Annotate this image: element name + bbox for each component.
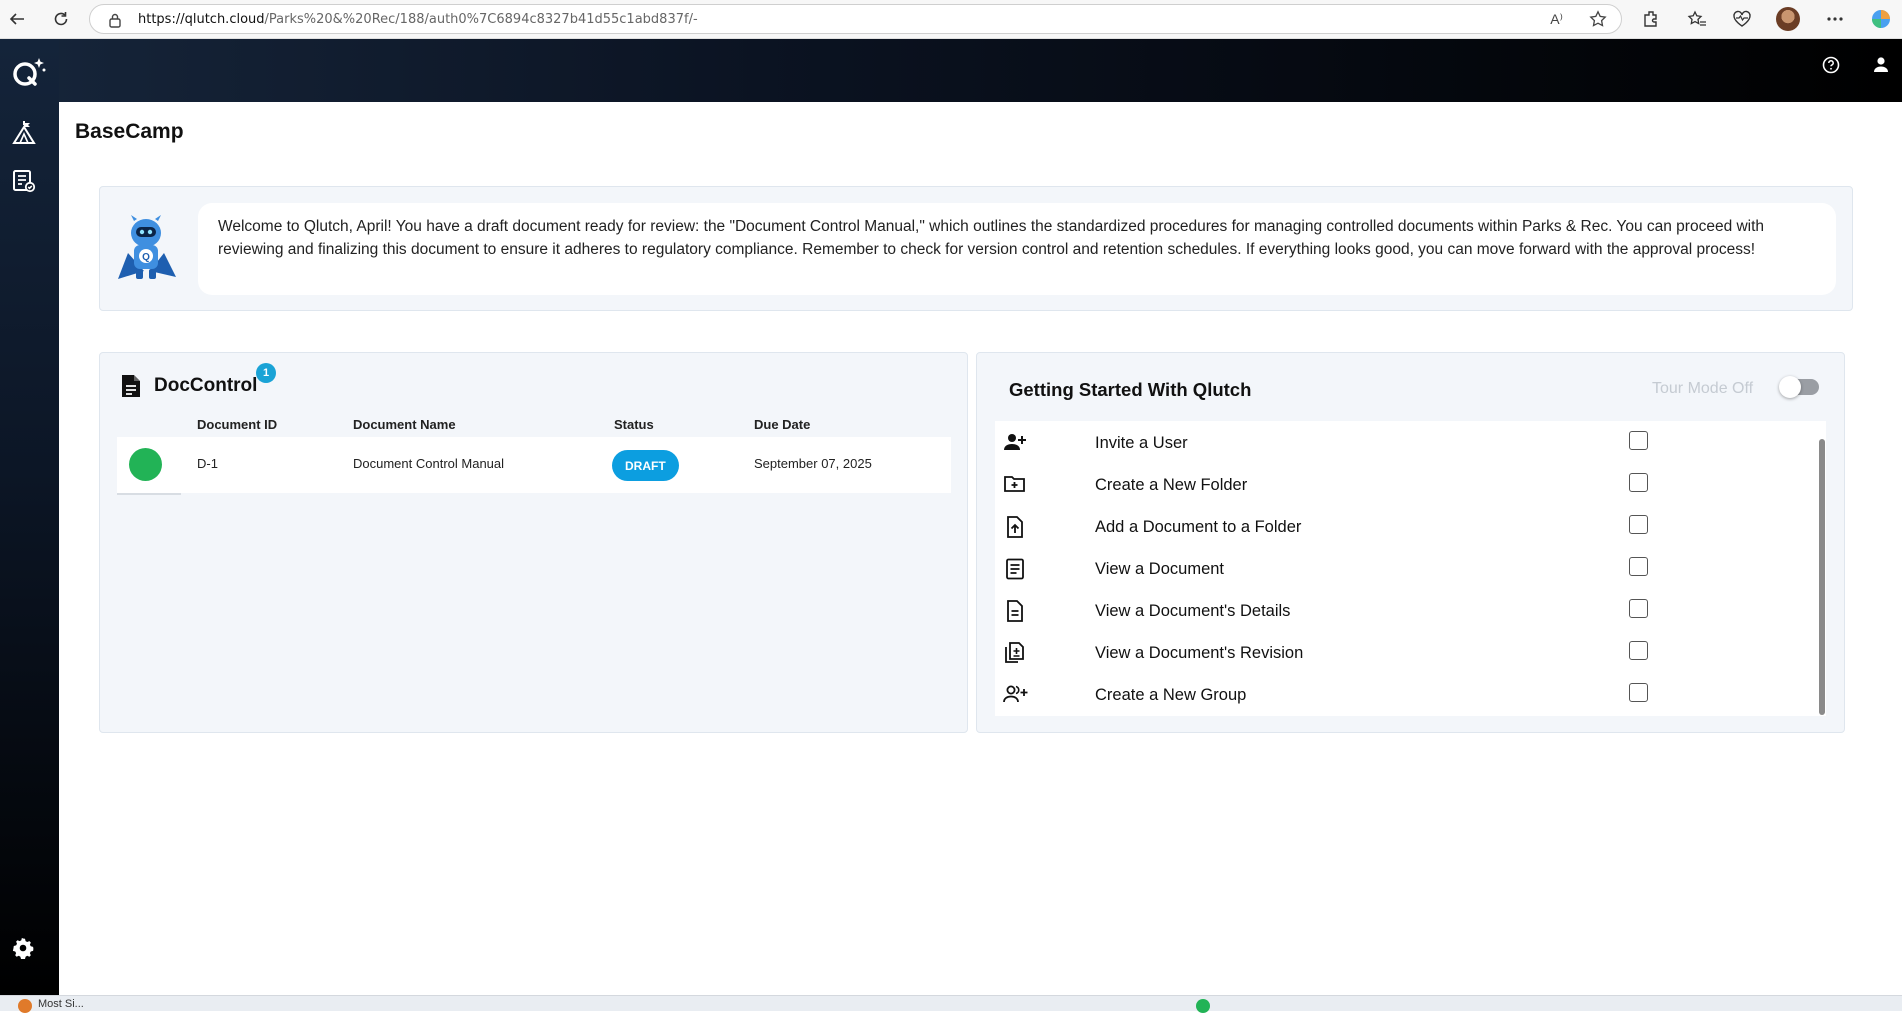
read-aloud-icon[interactable]: A⁾	[1550, 11, 1563, 28]
toggle-knob	[1779, 376, 1801, 398]
taskbar-label[interactable]: Most Si...	[38, 998, 84, 1010]
file-upload-icon	[1003, 516, 1027, 543]
list-item[interactable]: View a Document's Revision	[995, 633, 1820, 675]
item-label: View a Document's Revision	[1095, 644, 1304, 662]
tour-mode-label: Tour Mode Off	[1652, 380, 1754, 397]
document-details-icon	[1003, 600, 1027, 627]
document-icon	[120, 373, 142, 404]
item-checkbox[interactable]	[1629, 641, 1648, 660]
table-header: Document ID Document Name Status Due Dat…	[117, 413, 951, 437]
refresh-icon[interactable]	[50, 8, 72, 30]
mascot-robot-icon: Q	[114, 213, 178, 283]
list-item[interactable]: Create a New Folder	[995, 465, 1820, 507]
item-checkbox[interactable]	[1629, 599, 1648, 618]
item-label: Create a New Group	[1095, 686, 1247, 704]
doccontrol-title[interactable]: DocControl	[154, 375, 257, 397]
copilot-icon[interactable]	[1870, 8, 1892, 30]
favorites-icon[interactable]	[1686, 8, 1708, 30]
item-label: Add a Document to a Folder	[1095, 518, 1302, 536]
document-id-cell: D-1	[197, 456, 218, 471]
group-add-icon	[1003, 684, 1029, 709]
app-header	[0, 39, 1902, 102]
page-title: BaseCamp	[75, 120, 184, 143]
due-date-cell: September 07, 2025	[754, 456, 872, 471]
doc-control-icon[interactable]	[12, 169, 36, 198]
column-header-status[interactable]: Status	[614, 417, 654, 432]
item-checkbox[interactable]	[1629, 557, 1648, 576]
document-name-cell[interactable]: Document Control Manual	[353, 456, 504, 471]
list-scrollbar[interactable]	[1819, 439, 1825, 715]
person-add-icon	[1003, 432, 1027, 457]
lock-icon	[108, 12, 122, 33]
list-item[interactable]: Add a Document to a Folder	[995, 507, 1820, 549]
item-checkbox[interactable]	[1629, 683, 1648, 702]
column-header-document-id[interactable]: Document ID	[197, 417, 277, 432]
health-heart-icon[interactable]	[1731, 8, 1753, 30]
user-account-icon[interactable]	[1873, 56, 1889, 79]
basecamp-tent-icon[interactable]	[12, 120, 36, 151]
column-header-due-date[interactable]: Due Date	[754, 417, 810, 432]
list-item[interactable]: Invite a User	[995, 423, 1820, 465]
notification-badge: 1	[256, 363, 276, 383]
getting-started-title: Getting Started With Qlutch	[1009, 379, 1252, 400]
document-table: Document ID Document Name Status Due Dat…	[117, 413, 951, 495]
list-item[interactable]: Create a New Group	[995, 675, 1820, 717]
document-lines-icon	[1003, 558, 1027, 585]
folder-add-icon	[1003, 474, 1027, 499]
item-checkbox[interactable]	[1629, 473, 1648, 492]
status-indicator-dot	[129, 448, 162, 481]
item-checkbox[interactable]	[1629, 515, 1648, 534]
table-row[interactable]: D-1 Document Control Manual DRAFT Septem…	[117, 437, 951, 495]
item-label: Create a New Folder	[1095, 476, 1248, 494]
tour-mode-toggle[interactable]	[1779, 376, 1819, 398]
getting-started-list: Invite a User Create a New Folder Add a …	[995, 421, 1826, 716]
qlutch-logo-icon[interactable]	[11, 56, 47, 93]
column-header-document-name[interactable]: Document Name	[353, 417, 456, 432]
browser-profile-avatar[interactable]	[1776, 7, 1800, 31]
document-revision-icon	[1003, 642, 1027, 669]
favorite-star-icon[interactable]	[1589, 10, 1607, 33]
item-label: Invite a User	[1095, 434, 1188, 452]
url-path: /Parks%20&%20Rec/188/auth0%7C6894c8327b4…	[264, 12, 698, 27]
svg-text:Q: Q	[142, 252, 150, 263]
list-item[interactable]: View a Document	[995, 549, 1820, 591]
extensions-icon[interactable]	[1640, 8, 1662, 30]
list-item[interactable]: View a Document's Details	[995, 591, 1820, 633]
settings-gear-icon[interactable]	[12, 937, 34, 964]
address-bar[interactable]: https://qlutch.cloud/Parks%20&%20Rec/188…	[89, 4, 1622, 34]
item-checkbox[interactable]	[1629, 431, 1648, 450]
item-label: View a Document's Details	[1095, 602, 1291, 620]
row-divider	[117, 493, 181, 495]
more-options-icon[interactable]	[1824, 8, 1846, 30]
os-taskbar: Most Si...	[0, 995, 1902, 1013]
getting-started-panel: Getting Started With Qlutch Tour Mode Of…	[976, 352, 1845, 733]
help-icon[interactable]	[1822, 56, 1840, 79]
url-text: https://qlutch.cloud/Parks%20&%20Rec/188…	[138, 12, 698, 27]
item-label: View a Document	[1095, 560, 1225, 578]
browser-toolbar: https://qlutch.cloud/Parks%20&%20Rec/188…	[0, 0, 1902, 39]
url-host: https://qlutch.cloud	[138, 12, 265, 27]
left-sidebar	[0, 39, 59, 995]
back-arrow-icon[interactable]	[6, 8, 28, 30]
doccontrol-panel: DocControl 1 Document ID Document Name S…	[99, 352, 968, 733]
status-badge: DRAFT	[612, 450, 679, 481]
welcome-message: Welcome to Qlutch, April! You have a dra…	[198, 203, 1836, 295]
welcome-card: Q Welcome to Qlutch, April! You have a d…	[99, 186, 1853, 311]
